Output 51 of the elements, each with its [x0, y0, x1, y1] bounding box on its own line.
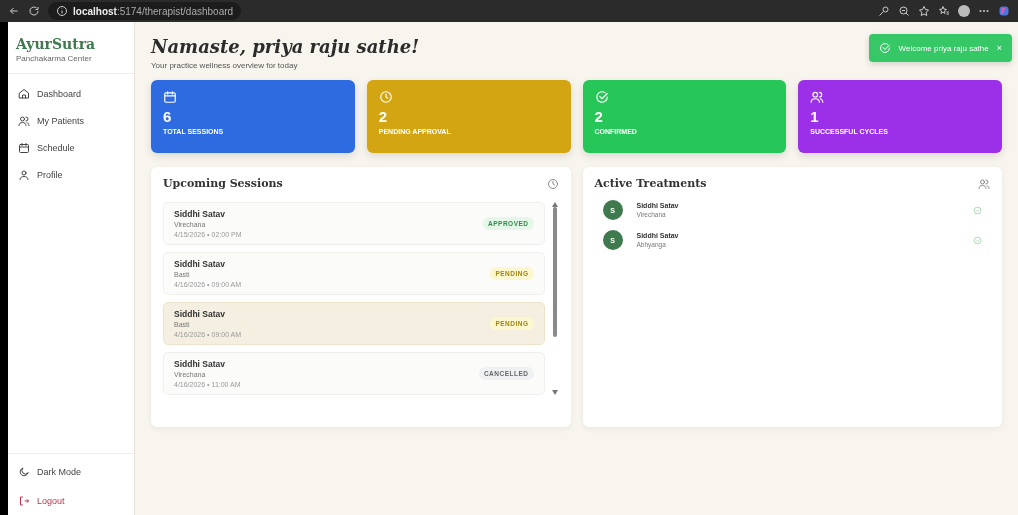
moon-icon — [18, 466, 30, 478]
dark-mode-button[interactable]: Dark Mode — [8, 462, 134, 482]
toast-message: Welcome priya raju sathe — [898, 43, 989, 53]
key-icon[interactable] — [878, 5, 890, 17]
address-bar[interactable]: localhost:5174/therapist/dashboard — [48, 2, 242, 20]
check-circle-icon — [594, 90, 609, 104]
patient-name: Siddhi Satav — [174, 259, 226, 269]
profile-avatar[interactable] — [958, 5, 970, 17]
scroll-down-icon[interactable] — [551, 390, 558, 395]
stat-value: 6 — [163, 108, 173, 125]
logout-button[interactable]: Logout — [8, 491, 134, 511]
sidebar-item[interactable]: Profile — [8, 165, 134, 185]
clock-icon — [546, 177, 559, 190]
check-circle-icon — [973, 205, 982, 215]
people-icon — [810, 90, 825, 104]
reload-icon[interactable] — [28, 5, 40, 17]
patient-name: Siddhi Satav — [174, 209, 226, 219]
check-circle-icon — [878, 42, 891, 54]
copilot-icon[interactable] — [998, 5, 1010, 17]
back-icon[interactable] — [8, 5, 20, 17]
check-circle-icon — [973, 235, 982, 245]
clock-icon — [378, 90, 393, 104]
calendar-icon — [163, 90, 177, 104]
stat-value: 2 — [594, 108, 604, 125]
person-icon — [18, 169, 30, 181]
sidebar-item[interactable]: Schedule — [8, 138, 134, 158]
star-icon[interactable] — [918, 5, 930, 17]
info-icon — [56, 5, 68, 17]
scrollbar[interactable] — [550, 202, 559, 395]
panel-title: Active Treatments — [594, 177, 707, 190]
greeting-subtitle: Your practice wellness overview for today — [151, 61, 299, 70]
url-path: :5174/therapist/dashboard — [116, 5, 234, 17]
patient-name: Siddhi Satav — [174, 359, 226, 369]
sidebar-item[interactable]: Dashboard — [8, 84, 134, 104]
patient-name: Siddhi Satav — [174, 309, 226, 319]
people-icon — [978, 177, 990, 190]
zoom-out-icon[interactable] — [898, 5, 910, 17]
scroll-up-icon[interactable] — [551, 202, 558, 207]
stat-value: 2 — [378, 108, 389, 125]
stat-value: 1 — [810, 108, 820, 125]
panel-title: Upcoming Sessions — [163, 177, 283, 190]
favorites-icon[interactable] — [938, 5, 950, 17]
url-host: localhost — [73, 5, 117, 17]
brand-name: AyurSutra — [16, 36, 97, 52]
people-icon — [18, 115, 30, 127]
logout-icon — [18, 495, 30, 507]
sidebar-item[interactable]: My Patients — [8, 111, 134, 131]
calendar-icon — [18, 142, 30, 154]
greeting-title: Namaste, priya raju sathe! — [151, 36, 420, 57]
brand-subtitle: Panchakarma Center — [16, 54, 93, 63]
home-icon — [18, 88, 30, 100]
